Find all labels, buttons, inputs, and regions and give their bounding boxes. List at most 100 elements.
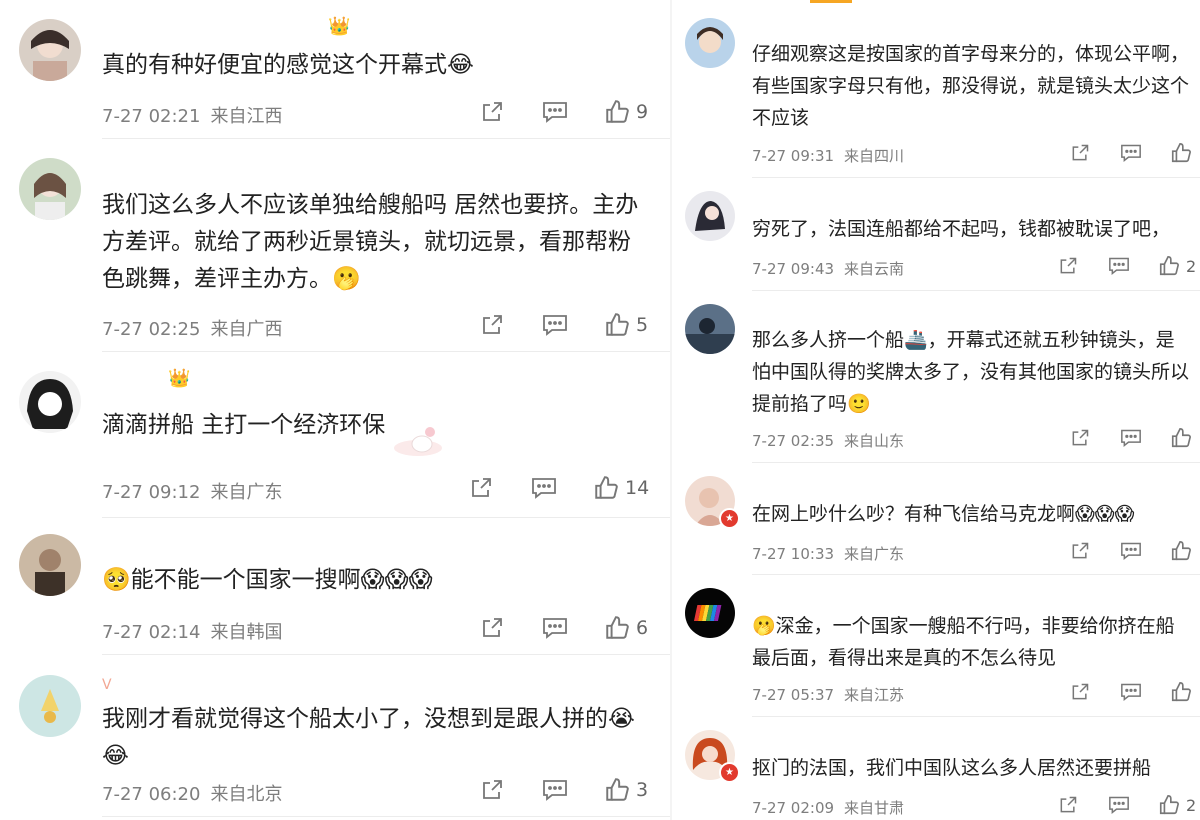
comment-date: 7-27 02:35 [752,432,835,450]
like-count: 5 [636,314,649,336]
comment-icon[interactable] [542,100,568,124]
comment-date: 7-27 09:31 [752,147,835,165]
username[interactable] [752,486,812,492]
comment-location: 来自江西 [210,106,283,127]
divider [752,177,1200,178]
avatar[interactable] [19,19,81,81]
like-button[interactable]: 14 [593,475,649,501]
username[interactable]: V [102,677,202,693]
thumbs-up-icon [606,313,629,336]
share-icon[interactable] [1070,143,1090,163]
comment-actions: 14 [469,475,649,501]
like-button[interactable] [1170,540,1198,562]
thumbs-up-icon [1171,541,1191,561]
share-icon[interactable] [480,616,504,640]
comment-location: 来自广西 [210,319,283,340]
comment-actions: 2 [1058,255,1196,277]
like-button[interactable]: 3 [604,777,648,803]
username[interactable] [752,732,772,746]
share-icon[interactable] [480,100,504,124]
like-count: 2 [1186,256,1197,276]
comment-actions: 9 [480,99,648,125]
comment-text: 在网上吵什么吵？有种飞信给马克龙啊😱😱😱 [752,503,1135,525]
divider [102,816,670,817]
like-button[interactable] [1170,427,1198,449]
like-button[interactable] [1170,142,1198,164]
username[interactable] [102,20,322,36]
divider [102,654,670,655]
avatar[interactable] [685,304,735,354]
comment-actions [1070,681,1198,703]
comment-text: 穷死了，法国连船都给不起吗，钱都被耽误了吧， [752,218,1171,240]
comment-meta: 7-27 02:25 来自广西 [102,315,282,341]
comment-date: 7-27 05:37 [752,686,835,704]
like-button[interactable]: 2 [1158,255,1196,277]
comment-icon[interactable] [1108,256,1130,276]
thumbs-up-icon [1171,143,1191,163]
comment-location: 来自四川 [844,147,905,165]
comment-text: 真的有种好便宜的感觉这个开幕式😂 [102,52,474,78]
like-count: 3 [636,779,649,801]
comment-icon[interactable] [1120,428,1142,448]
like-button[interactable]: 9 [604,99,648,125]
divider [752,290,1200,291]
share-icon[interactable] [1070,541,1090,561]
thumbs-up-icon [606,100,629,123]
comment-meta: 7-27 02:14 来自韩国 [102,618,282,644]
avatar[interactable] [685,588,735,638]
avatar[interactable] [19,534,81,596]
comment-meta: 7-27 02:35 来自山东 [752,430,904,451]
comment-icon[interactable] [1120,541,1142,561]
share-icon[interactable] [469,476,493,500]
username[interactable] [102,534,212,542]
like-button[interactable]: 6 [604,615,648,641]
comment-meta: 7-27 06:20 来自北京 [102,780,282,806]
thumbs-up-icon [1159,256,1179,276]
verified-badge-icon: ★ [719,508,740,529]
comment-icon[interactable] [1120,143,1142,163]
avatar[interactable] [19,371,81,433]
comment-date: 7-27 02:25 [102,319,201,340]
thumbs-up-icon [1171,682,1191,702]
crown-icon: 👑 [168,368,191,389]
comment-icon[interactable] [542,616,568,640]
comment-date: 7-27 02:21 [102,106,201,127]
share-icon[interactable] [1058,256,1078,276]
comment-icon[interactable] [1120,682,1142,702]
comment-location: 来自甘肃 [844,799,905,817]
avatar[interactable] [685,18,735,68]
avatar[interactable] [19,158,81,220]
comment-meta: 7-27 10:33 来自广东 [752,543,904,564]
avatar[interactable] [19,675,81,737]
comment-text: 那么多人挤一个船🚢，开幕式还就五秒钟镜头，是怕中国队得的奖牌太多了，没有其他国家… [752,329,1190,415]
username[interactable] [752,590,772,604]
like-button[interactable]: 2 [1158,794,1196,816]
left-comment-list[interactable]: 👑 真的有种好便宜的感觉这个开幕式😂 7-27 02:21 来自江西 9 我们这么… [0,0,670,820]
comment-text: 🥺能不能一个国家一搜啊😱😱😱 [102,567,433,593]
thumbs-up-icon [1171,428,1191,448]
comment-text: 抠门的法国，我们中国队这么多人居然还要拼船 [752,757,1152,779]
share-icon[interactable] [480,778,504,802]
comment-icon[interactable] [542,778,568,802]
like-button[interactable] [1170,681,1198,703]
like-count: 9 [636,101,649,123]
thumbs-up-icon [606,616,629,639]
username[interactable] [102,371,162,387]
right-comment-list[interactable]: 仔细观察这是按国家的首字母来分的，体现公平啊，有些国家字母只有他，那没得说，就是… [672,0,1200,820]
share-icon[interactable] [1058,795,1078,815]
share-icon[interactable] [1070,682,1090,702]
comment-icon[interactable] [542,313,568,337]
username[interactable] [752,18,782,28]
username[interactable] [102,157,222,165]
share-icon[interactable] [480,313,504,337]
comment-location: 来自广东 [210,482,283,503]
comment-text: 滴滴拼船 主打一个经济环保 [102,412,386,438]
comment-text: 我们这么多人不应该单独给艘船吗 居然也要挤。主办方差评。就给了两秒近景镜头，就切… [102,192,639,292]
comment-icon[interactable] [531,476,557,500]
share-icon[interactable] [1070,428,1090,448]
comment-meta: 7-27 09:31 来自四川 [752,145,904,166]
avatar[interactable] [685,191,735,241]
comment-icon[interactable] [1108,795,1130,815]
like-button[interactable]: 5 [604,312,648,338]
comment-date: 7-27 10:33 [752,545,835,563]
